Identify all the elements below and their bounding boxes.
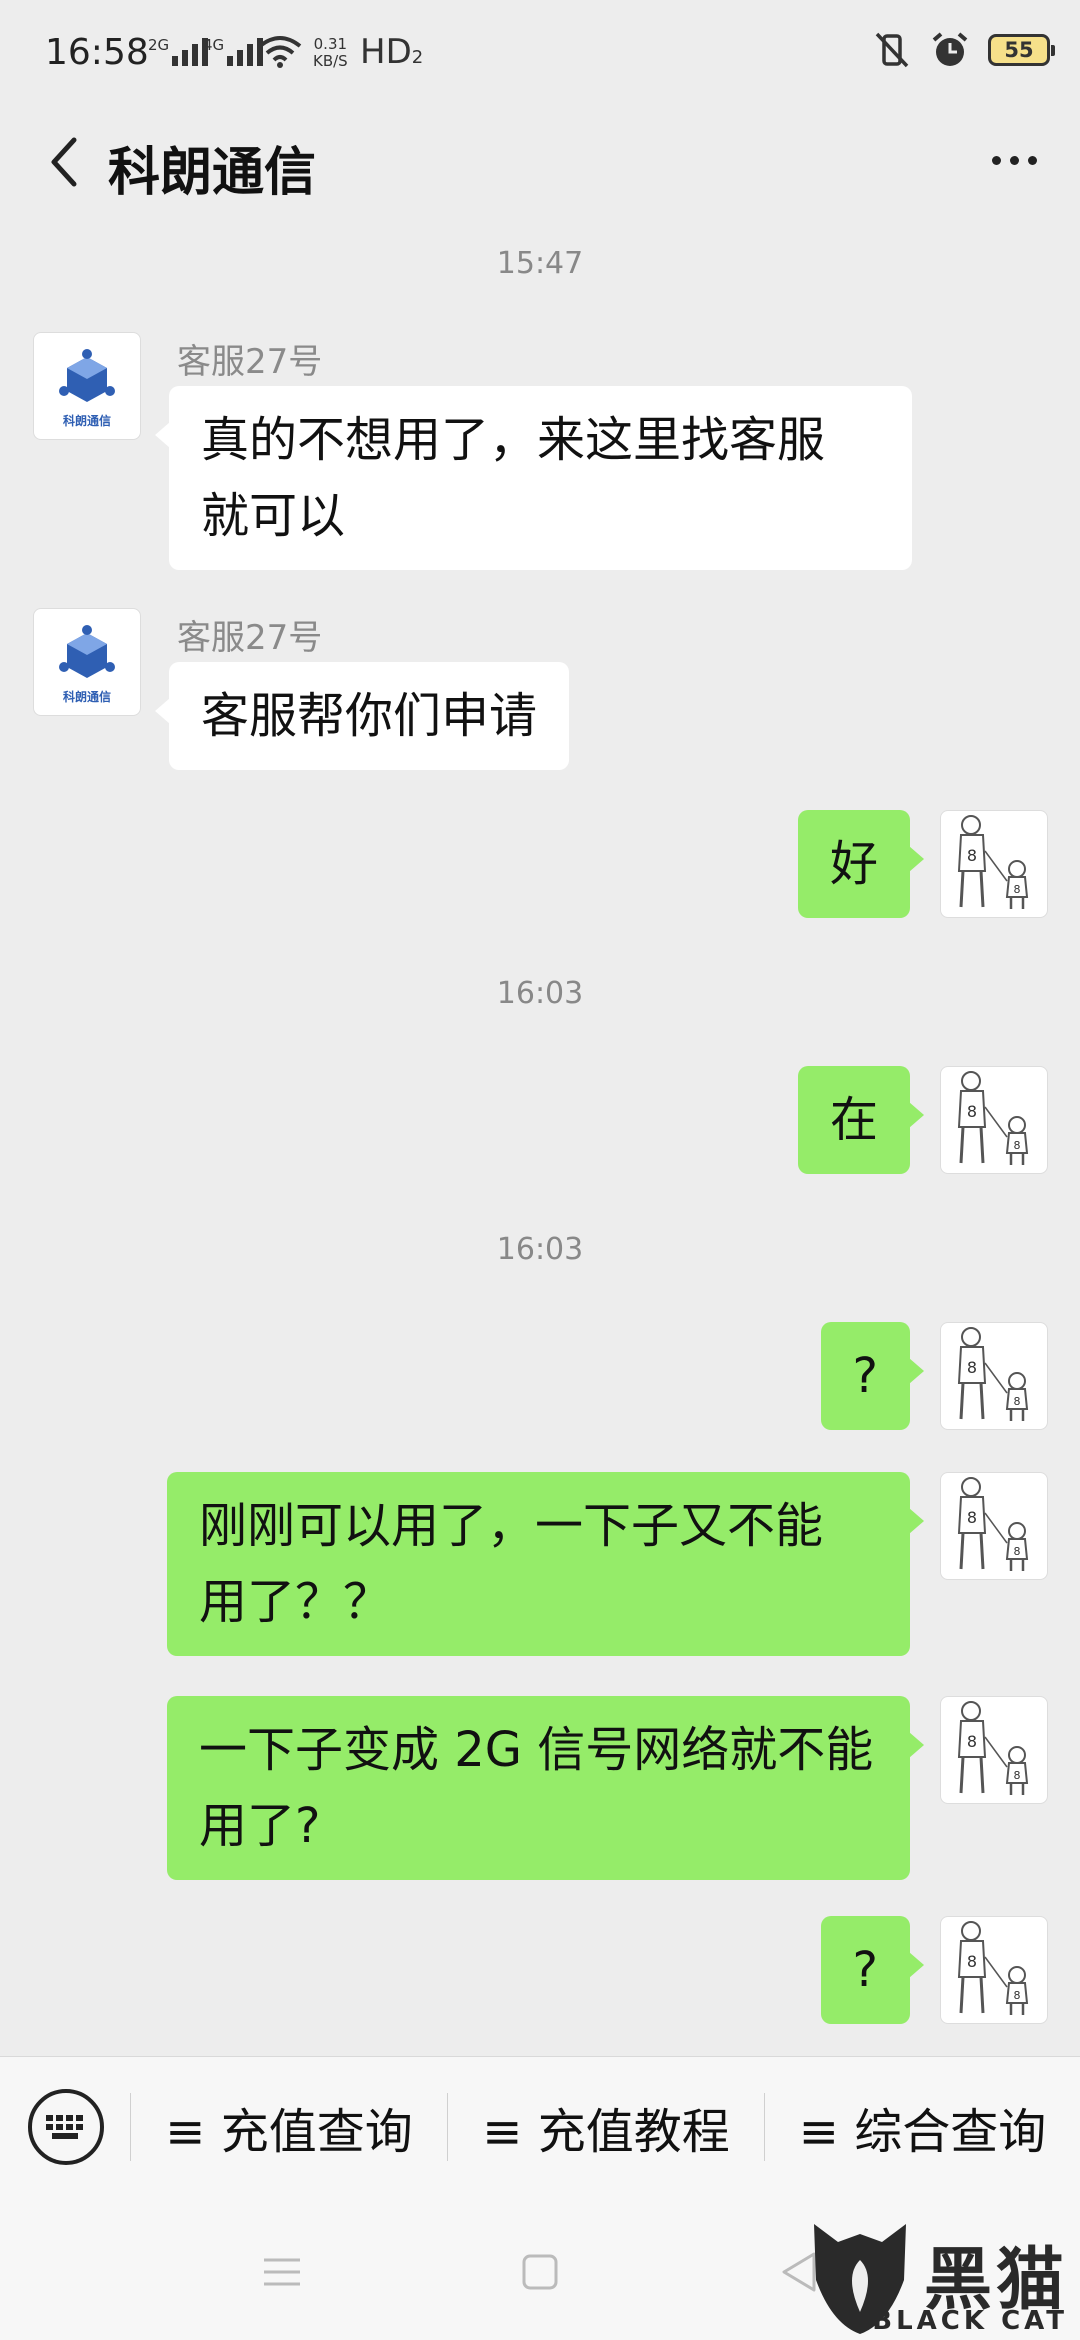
timestamp: 16:03 (496, 976, 584, 1011)
user-avatar[interactable]: 8 8 (940, 1066, 1048, 1174)
svg-text:8: 8 (967, 1508, 977, 1527)
svg-text:8: 8 (967, 846, 977, 865)
network-type-2: 4G (203, 36, 225, 54)
message-text: ? (852, 1942, 878, 1998)
keyboard-icon (46, 2115, 83, 2139)
cs-avatar[interactable]: 科朗通信 (33, 332, 141, 440)
svg-text:8: 8 (1014, 1545, 1021, 1558)
user-avatar[interactable]: 8 8 (940, 810, 1048, 918)
service-menu-bar: ≡ 充值查询 ≡ 充值教程 ≡ 综合查询 (0, 2056, 1080, 2196)
message-text: 好 (829, 836, 878, 892)
speed-unit: KB/S (313, 52, 348, 70)
timestamp: 16:03 (496, 1232, 584, 1267)
svg-text:8: 8 (967, 1952, 977, 1971)
message-bubble-out[interactable]: 一下子变成 2G 信号网络就不能 用了? (167, 1696, 924, 1880)
message-text: ? (852, 1348, 878, 1404)
status-right: 55 (872, 30, 1055, 70)
battery-icon: 55 (988, 34, 1055, 66)
home-icon[interactable] (510, 2242, 570, 2302)
page-title: 科朗通信 (108, 143, 317, 203)
sender-name: 客服27号 (177, 342, 323, 382)
svg-text:8: 8 (1014, 1769, 1021, 1782)
message-bubble-out[interactable]: 刚刚可以用了，一下子又不能 用了？？ (167, 1472, 924, 1656)
user-avatar-image: 8 8 (957, 1071, 1029, 1165)
company-logo-icon: 科朗通信 (59, 625, 115, 704)
message-text: 刚刚可以用了，一下子又不能 (199, 1498, 824, 1554)
speed-value: 0.31 (313, 35, 348, 53)
user-avatar[interactable]: 8 8 (940, 1916, 1048, 2024)
svg-text:8: 8 (967, 1102, 977, 1121)
svg-text:8: 8 (967, 1732, 977, 1751)
message-text: 客服帮你们申请 (201, 688, 538, 744)
message-bubble-out[interactable]: ? (820, 1916, 925, 2024)
user-avatar[interactable]: 8 8 (940, 1472, 1048, 1580)
user-avatar-image: 8 8 (957, 1921, 1029, 2015)
message-bubble-in[interactable]: 真的不想用了，来这里找客服 就可以 (155, 386, 912, 570)
svg-text:8: 8 (967, 1358, 977, 1377)
hd-indicator: HD2 (360, 32, 423, 72)
hd-sub: 2 (411, 47, 424, 68)
menu-general-query[interactable]: ≡ 综合查询 (765, 2057, 1080, 2197)
hd-label: HD (360, 32, 412, 72)
message-text: 用了？？ (199, 1574, 392, 1630)
keyboard-toggle-button[interactable] (28, 2089, 104, 2165)
user-avatar-image: 8 8 (957, 1327, 1029, 1421)
user-avatar-image: 8 8 (957, 815, 1029, 909)
menu-icon[interactable] (252, 2242, 312, 2302)
message-bubble-out[interactable]: 好 (797, 810, 925, 918)
message-text: 一下子变成 2G 信号网络就不能 (199, 1722, 874, 1778)
svg-text:8: 8 (1014, 883, 1021, 896)
menu-recharge-query[interactable]: ≡ 充值查询 (131, 2057, 447, 2197)
user-avatar[interactable]: 8 8 (940, 1696, 1048, 1804)
vibrate-mute-icon (875, 32, 909, 68)
user-avatar-image: 8 8 (957, 1701, 1029, 1795)
back-button[interactable] (30, 126, 102, 198)
message-text: 就可以 (201, 488, 346, 544)
message-bubble-in[interactable]: 客服帮你们申请 (154, 662, 570, 770)
svg-text:8: 8 (1014, 1989, 1021, 2002)
message-bubble-out[interactable]: 在 (797, 1066, 925, 1174)
message-bubble-out[interactable]: ? (820, 1322, 925, 1430)
svg-text:8: 8 (1014, 1395, 1021, 1408)
menu-recharge-tutorial[interactable]: ≡ 充值教程 (448, 2057, 764, 2197)
user-avatar[interactable]: 8 8 (940, 1322, 1048, 1430)
company-logo-icon: 科朗通信 (59, 349, 115, 428)
status-time: 16:58 (45, 32, 149, 73)
message-text: 用了? (199, 1798, 321, 1854)
watermark-subtext: BLACK CAT (872, 2306, 1068, 2336)
timestamp: 15:47 (496, 246, 584, 281)
wifi-icon (258, 36, 302, 68)
sender-name: 客服27号 (177, 618, 323, 658)
chat-message-list[interactable]: 15:47 科朗通信 客服27号 真的不想用了，来这里找客服 就可以 科朗通信 … (0, 216, 1080, 2056)
network-type-1: 2G (148, 36, 170, 54)
status-bar: 16:58 2G 4G 0.31 KB/S HD2 55 (0, 0, 1080, 108)
cs-avatar[interactable]: 科朗通信 (33, 608, 141, 716)
more-options-button[interactable] (978, 130, 1050, 190)
network-speed: 0.31 KB/S (313, 36, 348, 70)
logo-text: 科朗通信 (63, 413, 111, 428)
message-text: 真的不想用了，来这里找客服 (201, 412, 826, 468)
logo-text: 科朗通信 (63, 689, 111, 704)
alarm-icon (932, 32, 968, 66)
user-avatar-image: 8 8 (957, 1477, 1029, 1571)
chat-header: 科朗通信 (0, 108, 1080, 216)
message-text: 在 (829, 1092, 878, 1148)
svg-text:8: 8 (1014, 1139, 1021, 1152)
